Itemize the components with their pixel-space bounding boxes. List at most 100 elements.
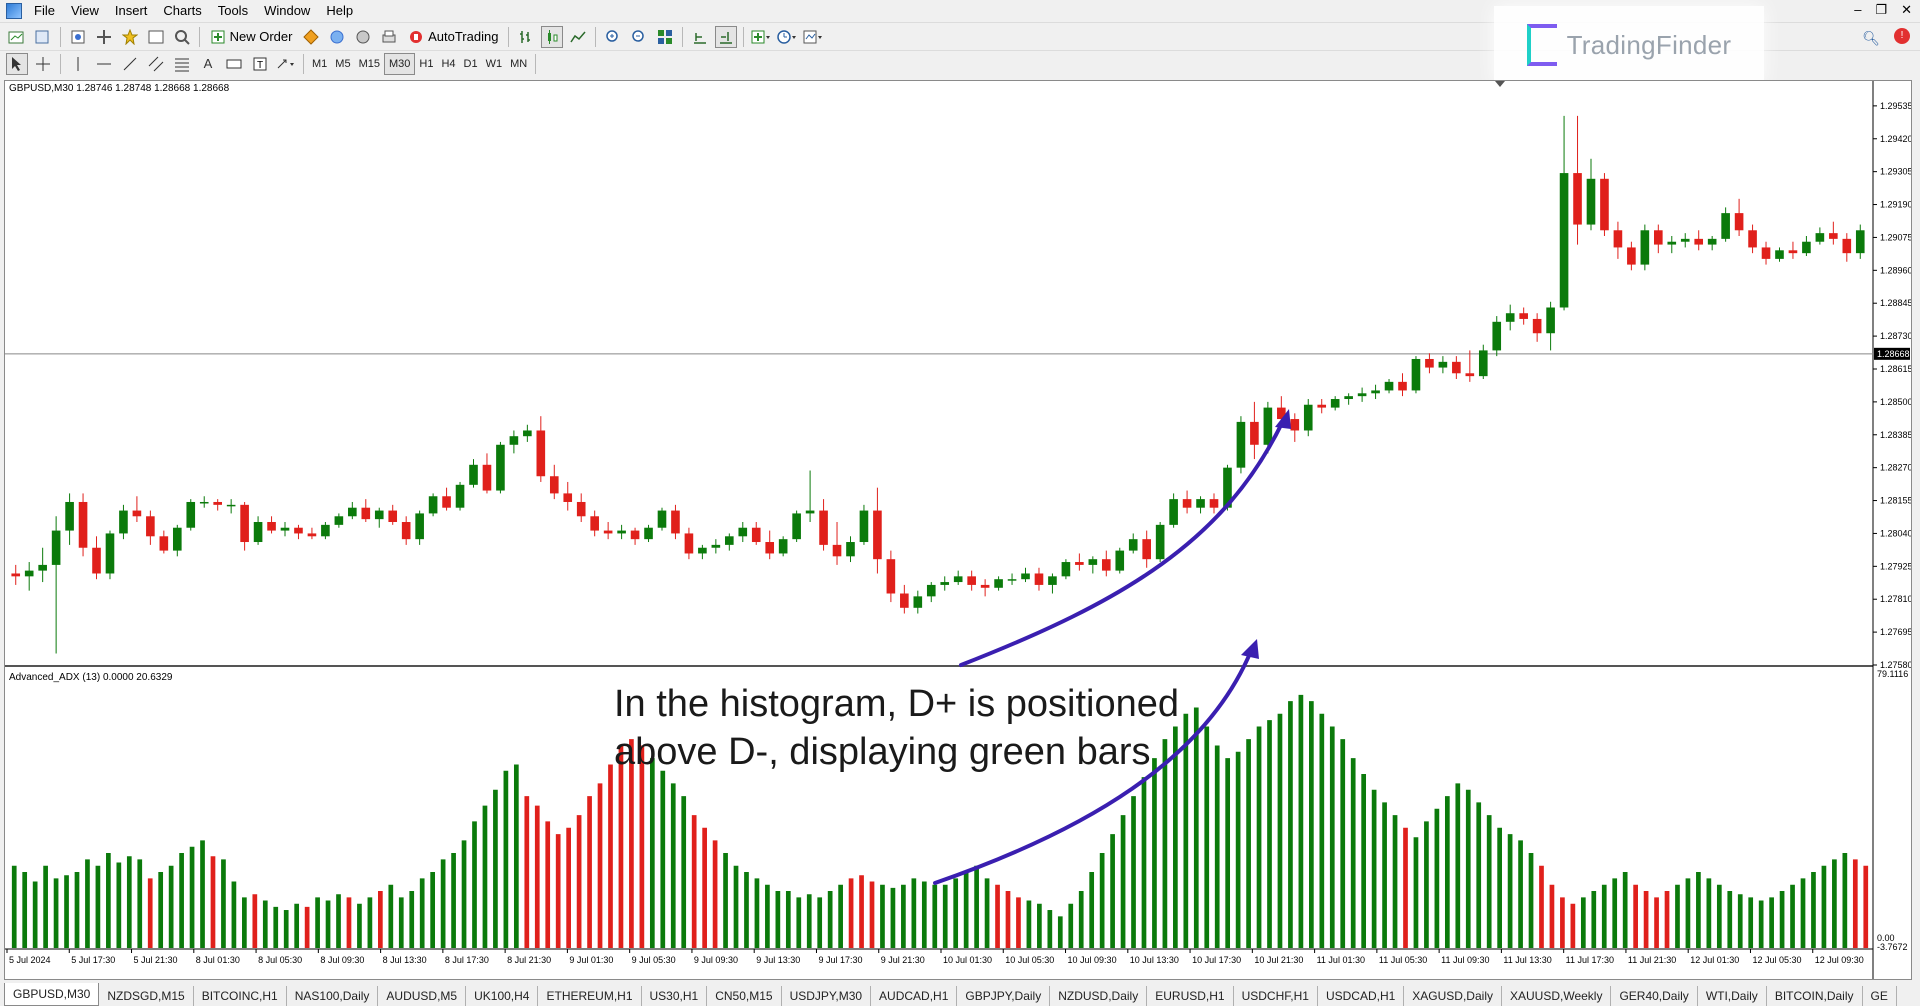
symbol-tab[interactable]: AUDCAD,H1 — [871, 986, 958, 1006]
metaeditor-icon[interactable] — [300, 26, 322, 48]
close-icon[interactable]: ✕ — [1901, 2, 1912, 18]
chart-canvas[interactable]: 1.29535 1.29420 1.29305 1.29190 1.29075 1.289… — [5, 81, 1911, 979]
candle-body — [1425, 358, 1434, 368]
profiles-icon[interactable] — [32, 26, 54, 48]
candle-body — [590, 516, 599, 531]
time-label: 8 Jul 21:30 — [507, 955, 551, 965]
symbol-tab[interactable]: WTI,Daily — [1698, 986, 1767, 1006]
new-order-button[interactable]: New Order — [206, 26, 296, 48]
indicators-icon[interactable] — [750, 26, 772, 48]
arrows-icon[interactable] — [275, 53, 297, 75]
trendline-icon[interactable] — [119, 53, 141, 75]
menu-insert[interactable]: Insert — [107, 0, 156, 22]
symbol-tab[interactable]: GBPUSD,M30 — [4, 983, 100, 1006]
symbol-tab[interactable]: CN50,M15 — [707, 986, 782, 1006]
zoom-in-icon[interactable] — [602, 26, 624, 48]
symbol-tab[interactable]: NAS100,Daily — [287, 986, 379, 1006]
signals-icon[interactable] — [326, 26, 348, 48]
timeframe-w1[interactable]: W1 — [482, 54, 507, 74]
tester-icon[interactable] — [171, 26, 193, 48]
symbol-tab[interactable]: US30,H1 — [642, 986, 708, 1006]
menu-help[interactable]: Help — [318, 0, 361, 22]
timeframe-d1[interactable]: D1 — [460, 54, 482, 74]
symbol-tab[interactable]: NZDUSD,Daily — [1050, 986, 1148, 1006]
timeframe-m30[interactable]: M30 — [383, 52, 416, 75]
market-watch-icon[interactable] — [67, 26, 89, 48]
candle-body — [509, 436, 519, 445]
symbol-tab[interactable]: GE — [1863, 986, 1897, 1006]
separator — [743, 26, 745, 47]
symbol-tab[interactable]: ETHEREUM,H1 — [538, 986, 642, 1006]
autoscroll-icon[interactable] — [689, 26, 711, 48]
fibonacci-icon[interactable] — [171, 53, 193, 75]
symbol-tab[interactable]: GBPJPY,Daily — [957, 986, 1051, 1006]
menu-charts[interactable]: Charts — [155, 0, 209, 22]
timeframe-h1[interactable]: H1 — [415, 54, 437, 74]
time-label: 9 Jul 13:30 — [756, 955, 800, 965]
text-label-icon[interactable]: T — [249, 53, 271, 75]
vertical-line-icon[interactable] — [67, 53, 89, 75]
candlestick-icon[interactable] — [541, 25, 564, 48]
menu-tools[interactable]: Tools — [210, 0, 256, 22]
timeframe-mn[interactable]: MN — [506, 54, 531, 74]
price-label: 1.29535 — [1880, 101, 1911, 111]
bar-chart-icon[interactable] — [515, 26, 537, 48]
menu-window[interactable]: Window — [256, 0, 318, 22]
market-icon[interactable] — [352, 26, 374, 48]
tile-windows-icon[interactable] — [654, 26, 676, 48]
search-icon[interactable]: 🔍︎ — [1862, 30, 1880, 47]
candle-body — [1613, 230, 1623, 248]
candle-body — [1761, 247, 1771, 259]
zoom-out-icon[interactable] — [628, 26, 650, 48]
symbol-tab[interactable]: XAUUSD,Weekly — [1502, 986, 1612, 1006]
timeframe-m5[interactable]: M5 — [331, 54, 354, 74]
time-label: 8 Jul 01:30 — [196, 955, 240, 965]
symbol-tab[interactable]: EURUSD,H1 — [1147, 986, 1234, 1006]
text-icon[interactable]: A — [197, 53, 219, 75]
label-icon[interactable] — [223, 53, 245, 75]
minimize-icon[interactable]: – — [1854, 2, 1861, 18]
symbol-tab[interactable]: UK100,H4 — [466, 986, 539, 1006]
menu-file[interactable]: File — [26, 0, 63, 22]
time-label: 11 Jul 17:30 — [1566, 955, 1614, 965]
candle-body — [819, 510, 828, 545]
horizontal-line-icon[interactable] — [93, 53, 115, 75]
time-label: 11 Jul 09:30 — [1441, 955, 1489, 965]
symbol-tab[interactable]: GER40,Daily — [1611, 986, 1698, 1006]
terminal-icon[interactable] — [145, 26, 167, 48]
cursor-icon[interactable] — [6, 52, 28, 75]
separator — [303, 53, 304, 74]
symbol-tab[interactable]: USDCHF,H1 — [1234, 986, 1318, 1006]
navigator-icon[interactable] — [119, 26, 141, 48]
separator — [535, 53, 537, 74]
symbol-tab[interactable]: BITCOINC,H1 — [194, 986, 287, 1006]
symbol-tab[interactable]: USDJPY,M30 — [782, 986, 872, 1006]
print-icon[interactable] — [378, 26, 400, 48]
timeframe-m15[interactable]: M15 — [355, 54, 384, 74]
candle-body — [348, 507, 357, 517]
autotrading-button[interactable]: AutoTrading — [404, 26, 502, 48]
symbol-tab[interactable]: BITCOIN,Daily — [1767, 986, 1863, 1006]
templates-icon[interactable] — [802, 26, 824, 48]
timeframe-h4[interactable]: H4 — [437, 54, 459, 74]
restore-icon[interactable]: ❐ — [1875, 2, 1887, 18]
channel-icon[interactable] — [145, 53, 167, 75]
symbol-tab[interactable]: XAGUSD,Daily — [1404, 986, 1502, 1006]
crosshair-icon[interactable] — [32, 53, 54, 75]
menu-view[interactable]: View — [63, 0, 107, 22]
candle-body — [1600, 178, 1609, 231]
price-label: 1.28500 — [1880, 397, 1911, 407]
price-label: 1.29075 — [1880, 232, 1911, 242]
symbol-tab[interactable]: AUDUSD,M5 — [378, 986, 467, 1006]
notification-icon[interactable]: ! — [1894, 28, 1910, 44]
timeframe-m1[interactable]: M1 — [308, 54, 331, 74]
data-window-icon[interactable] — [93, 26, 115, 48]
separator — [60, 26, 61, 47]
line-chart-icon[interactable] — [567, 26, 589, 48]
symbol-tab[interactable]: USDCAD,H1 — [1318, 986, 1405, 1006]
new-chart-icon[interactable] — [6, 26, 28, 48]
chart-window[interactable]: 1.29535 1.29420 1.29305 1.29190 1.29075 1.289… — [4, 80, 1912, 980]
chart-shift-icon[interactable] — [715, 25, 738, 48]
periods-icon[interactable] — [776, 26, 798, 48]
symbol-tab[interactable]: NZDSGD,M15 — [99, 986, 194, 1006]
